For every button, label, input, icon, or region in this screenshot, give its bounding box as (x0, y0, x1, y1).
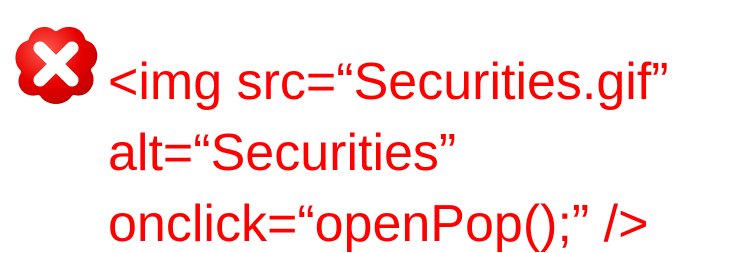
error-x-icon (8, 18, 104, 108)
code-line-1: <img src=“Securities.gif” (108, 53, 669, 111)
code-line-3: onclick=“openPop();” /> (108, 195, 649, 253)
slide: { "colors": { "text": "#ff0000", "icon_f… (0, 0, 744, 253)
code-line-2: alt=“Securities” (108, 124, 457, 182)
